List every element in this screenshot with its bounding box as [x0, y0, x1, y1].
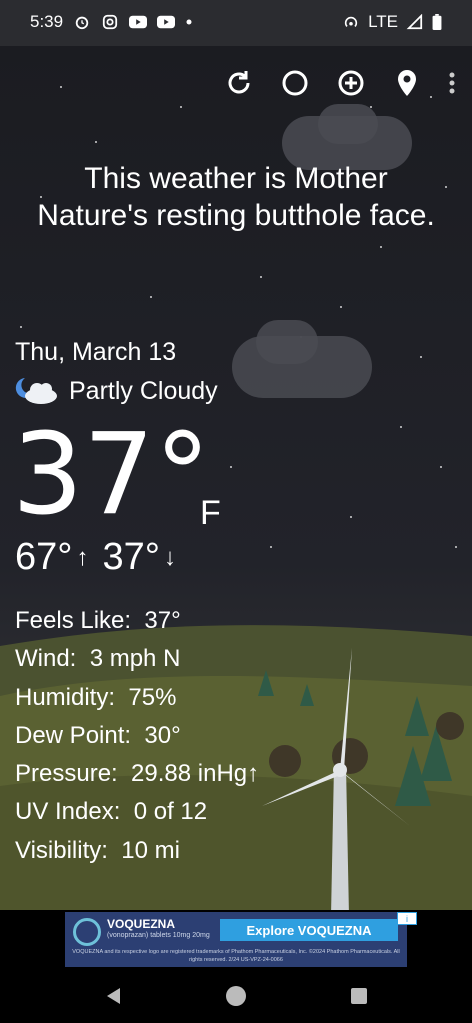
condition-text: Partly Cloudy	[69, 376, 218, 405]
detail-value: 3 mph N	[89, 645, 181, 673]
detail-value: 10 mi	[121, 836, 180, 864]
detail-visibility: Visibility: 10 mi	[15, 832, 259, 870]
theme-icon	[282, 70, 308, 96]
star	[340, 306, 342, 308]
more-options-button[interactable]	[446, 66, 458, 100]
star	[400, 426, 402, 428]
star	[260, 276, 262, 278]
network-type: LTE	[368, 12, 398, 31]
dot-icon	[186, 19, 192, 25]
star	[180, 106, 182, 108]
ad-info-badge[interactable]: i	[397, 912, 417, 925]
detail-pressure: Pressure: 29.88 inHg↑	[15, 755, 259, 793]
temperature-unit: F	[200, 494, 221, 532]
detail-value: 75%	[128, 683, 177, 711]
toolbar	[222, 66, 458, 100]
star	[230, 466, 232, 468]
nav-bar	[0, 970, 472, 1023]
alarm-icon	[75, 16, 89, 30]
hotspot-icon	[344, 16, 358, 27]
detail-label: Humidity:	[15, 683, 116, 711]
weather-scene: This weather is Mother Nature's resting …	[0, 46, 472, 910]
star	[150, 296, 152, 298]
weather-headline: This weather is Mother Nature's resting …	[37, 162, 435, 232]
detail-label: Pressure:	[15, 760, 118, 788]
add-location-button[interactable]	[334, 66, 368, 100]
location-button[interactable]	[390, 66, 424, 100]
detail-value: 29.88 inHg↑	[131, 760, 260, 788]
star	[440, 466, 442, 468]
low-temp: 37°	[102, 536, 160, 578]
ad-area: VOQUEZNA (vonoprazan) tablets 10mg 20mg …	[0, 910, 472, 970]
youtube-icon	[157, 15, 176, 29]
cloud-shape	[256, 320, 318, 364]
ad-banner[interactable]: VOQUEZNA (vonoprazan) tablets 10mg 20mg …	[65, 912, 417, 967]
detail-label: UV Index:	[15, 798, 121, 826]
status-bar: 5:39 LTE	[0, 0, 472, 46]
star	[445, 186, 447, 188]
ad-brand: VOQUEZNA	[107, 917, 176, 931]
weather-details: Feels Like: 37° Wind: 3 mph N Humidity: …	[15, 602, 259, 870]
detail-label: Feels Like:	[15, 607, 132, 634]
ad-fine-print: VOQUEZNA and its respective logo are reg…	[72, 949, 400, 963]
high-temp: 67°	[15, 536, 73, 578]
ad-logo-icon	[73, 918, 101, 946]
status-left: 5:39	[30, 12, 193, 32]
back-icon[interactable]	[102, 984, 126, 1008]
ad-brand-sub: (vonoprazan) tablets 10mg 20mg	[107, 932, 210, 939]
refresh-icon	[228, 71, 250, 94]
partly-cloudy-night-icon	[15, 378, 57, 404]
status-time: 5:39	[30, 12, 64, 31]
star	[95, 141, 97, 143]
star	[455, 546, 457, 548]
detail-value: 37°	[144, 607, 181, 634]
star	[350, 516, 352, 518]
detail-wind: Wind: 3 mph N	[15, 640, 259, 678]
location-pin-icon	[398, 70, 416, 96]
theme-button[interactable]	[278, 66, 312, 100]
star	[20, 326, 22, 328]
detail-humidity: Humidity: 75%	[15, 679, 259, 717]
youtube-icon	[129, 15, 148, 29]
detail-value: 0 of 12	[133, 798, 208, 826]
condition-row: Partly Cloudy	[15, 376, 218, 406]
detail-label: Visibility:	[15, 836, 108, 864]
more-vert-icon	[449, 72, 455, 94]
star	[270, 546, 272, 548]
current-temperature: 37°	[12, 410, 211, 540]
detail-dew-point: Dew Point: 30°	[15, 717, 259, 755]
star	[420, 356, 422, 358]
detail-uv-index: UV Index: 0 of 12	[15, 793, 259, 831]
signal-icon	[406, 14, 423, 30]
high-arrow-icon: ↑	[76, 543, 89, 571]
cloud-shape	[318, 104, 378, 144]
status-right: LTE	[342, 12, 442, 32]
low-arrow-icon: ↓	[163, 543, 176, 571]
star	[60, 86, 62, 88]
add-location-icon	[338, 70, 364, 96]
star	[380, 246, 382, 248]
high-low-row: 67° ↑ 37° ↓	[15, 536, 186, 579]
forecast-date: Thu, March 13	[15, 338, 177, 366]
home-icon[interactable]	[224, 984, 248, 1008]
detail-value: 30°	[144, 721, 181, 749]
recents-icon[interactable]	[347, 984, 371, 1008]
detail-label: Wind:	[15, 645, 77, 673]
instagram-icon	[102, 14, 118, 30]
detail-feels-like: Feels Like: 37°	[15, 602, 259, 640]
refresh-button[interactable]	[222, 66, 256, 100]
detail-label: Dew Point:	[15, 721, 132, 749]
battery-icon	[432, 14, 442, 30]
ad-cta-button[interactable]: Explore VOQUEZNA	[220, 919, 398, 941]
